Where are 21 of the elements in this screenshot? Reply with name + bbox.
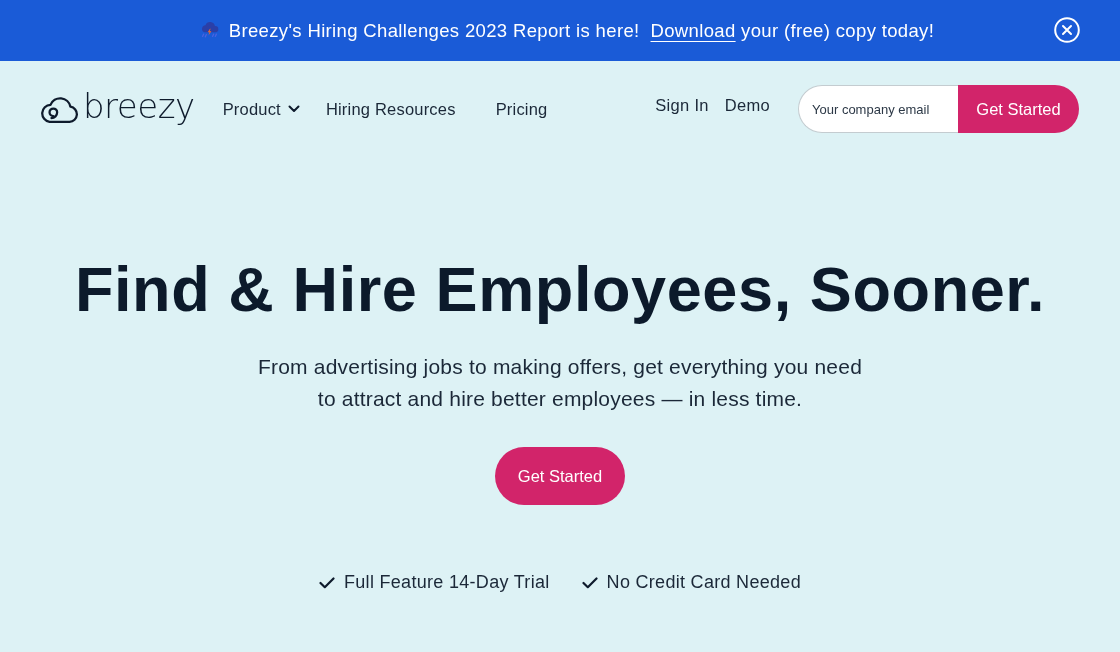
- account-link[interactable]: Demo: [724, 96, 770, 115]
- banner-message: Breezy's Hiring Challenges 2023 Report is here! Download your (free) copy today!: [228, 19, 935, 42]
- logo-wordmark[interactable]: breezy: [83, 89, 195, 129]
- get-started-button[interactable]: Get Started: [958, 85, 1079, 133]
- check-icon: [319, 576, 335, 589]
- close-icon[interactable]: [1054, 17, 1080, 43]
- account-link[interactable]: Sign In: [655, 96, 709, 115]
- nav-link[interactable]: Pricing: [495, 99, 548, 119]
- get-started-button[interactable]: Get Started: [495, 447, 625, 505]
- feature-text: No Credit Card Needed: [606, 572, 801, 593]
- chevron-down-icon: [287, 105, 300, 113]
- check-icon: [581, 576, 598, 589]
- hero-title: Find & Hire Employees, Sooner.: [74, 253, 1046, 326]
- nav-dropdown[interactable]: Product: [222, 99, 300, 119]
- cloud-logo-icon[interactable]: [41, 94, 79, 124]
- storm-cloud-icon: [199, 21, 220, 40]
- hero-subtitle: From advertising jobs to making offers, get everything you need to attract and hire better employees — in less time.: [257, 354, 863, 412]
- feature-text: Full Feature 14-Day Trial: [344, 572, 550, 593]
- email-field[interactable]: Your company email: [798, 85, 958, 133]
- nav-link[interactable]: Hiring Resources: [325, 99, 456, 119]
- download-link[interactable]: Download: [650, 19, 736, 41]
